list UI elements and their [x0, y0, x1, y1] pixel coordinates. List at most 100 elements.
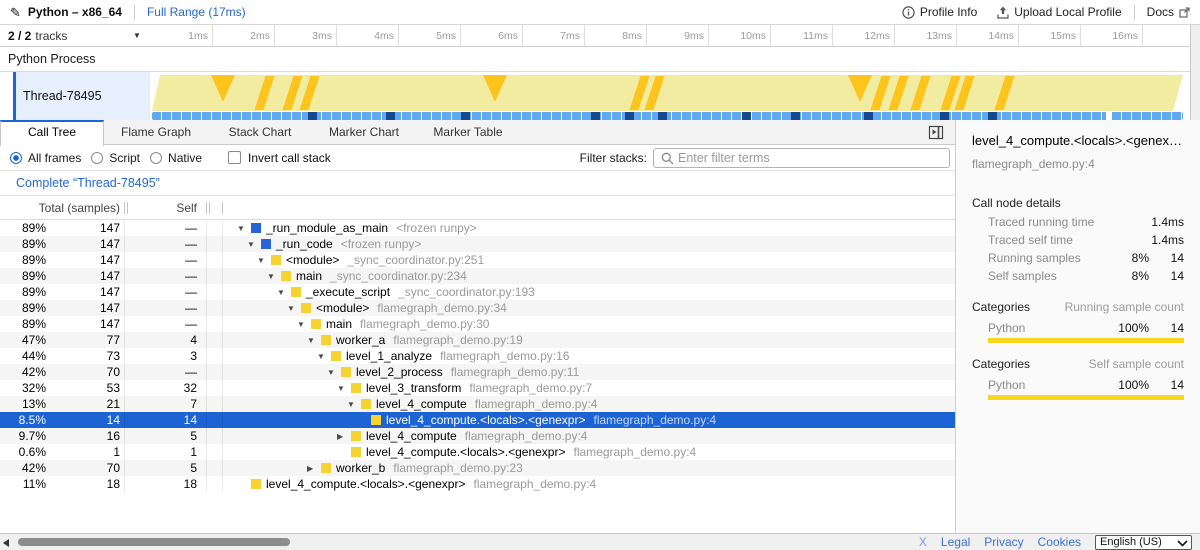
collapse-arrow-icon[interactable]: ▼: [297, 320, 311, 329]
filter-stacks-input[interactable]: [653, 148, 950, 168]
collapse-arrow-icon[interactable]: ▼: [327, 368, 341, 377]
file-location: _sync_coordinator.py:251: [347, 253, 484, 267]
row-self-samples: 5: [130, 428, 197, 444]
categories-count-label: Running sample count: [1065, 300, 1184, 314]
thread-track-canvas[interactable]: [150, 72, 1186, 120]
full-range-button[interactable]: Full Range (17ms): [147, 5, 246, 19]
tree-row[interactable]: 89%147—▼<module>flamegraph_demo.py:34: [0, 300, 955, 316]
row-function-cell: ▼<module>_sync_coordinator.py:251: [226, 252, 484, 268]
timeline-ruler-row: 2 / 2 tracks ▼ 1ms2ms3ms4ms5ms6ms7ms8ms9…: [0, 25, 1200, 47]
process-label: Python Process: [8, 52, 96, 66]
collapse-arrow-icon[interactable]: ▼: [257, 256, 271, 265]
tab-marker-table[interactable]: Marker Table: [416, 120, 520, 145]
breadcrumb[interactable]: Complete “Thread-78495”: [16, 176, 160, 190]
tree-row[interactable]: 42%705▶worker_bflamegraph_demo.py:23: [0, 460, 955, 476]
column-header-self[interactable]: Self: [128, 196, 197, 220]
expand-arrow-icon[interactable]: ▶: [337, 432, 351, 441]
category-square-icon: [261, 239, 271, 249]
collapse-arrow-icon[interactable]: ▼: [237, 224, 251, 233]
sidebar-function-title: level_4_compute.<locals>.<genexpr>: [972, 133, 1188, 148]
footer-link-legal[interactable]: Legal: [941, 535, 970, 549]
row-function-cell: ▶level_4_computeflamegraph_demo.py:4: [226, 428, 587, 444]
footer-close-link[interactable]: X: [919, 535, 927, 549]
ruler-tick-label: 3ms: [276, 30, 332, 42]
function-name: level_4_compute: [366, 429, 457, 443]
tree-row[interactable]: 13%217▼level_4_computeflamegraph_demo.py…: [0, 396, 955, 412]
radio-option-native[interactable]: Native: [150, 151, 202, 165]
radio-label: Native: [168, 151, 202, 165]
collapse-arrow-icon[interactable]: ▼: [317, 352, 331, 361]
collapse-arrow-icon[interactable]: ▼: [287, 304, 301, 313]
docs-button[interactable]: Docs: [1147, 5, 1190, 19]
open-sidebar-icon[interactable]: [928, 125, 944, 143]
column-resize-handle[interactable]: [127, 202, 128, 214]
row-total-percent: 0.6%: [0, 444, 46, 460]
language-select[interactable]: English (US): [1095, 535, 1192, 550]
profile-info-button[interactable]: Profile Info: [902, 5, 977, 19]
tree-row[interactable]: 11%1818level_4_compute.<locals>.<genexpr…: [0, 476, 955, 492]
collapse-arrow-icon[interactable]: ▼: [337, 384, 351, 393]
upload-profile-button[interactable]: Upload Local Profile: [997, 5, 1121, 19]
detail-value: 14: [1171, 269, 1184, 283]
column-header-total[interactable]: Total (samples): [0, 196, 120, 220]
tree-row[interactable]: 89%147—▼_execute_script_sync_coordinator…: [0, 284, 955, 300]
process-track-row[interactable]: Python Process: [0, 47, 1190, 72]
tree-row[interactable]: 42%70—▼level_2_processflamegraph_demo.py…: [0, 364, 955, 380]
sidebar-section-title: Call node details: [972, 196, 1061, 210]
sidebar-category-header: CategoriesRunning sample count: [956, 300, 1200, 317]
tree-row[interactable]: 47%774▼worker_aflamegraph_demo.py:19: [0, 332, 955, 348]
collapse-arrow-icon[interactable]: ▼: [347, 400, 361, 409]
collapse-arrow-icon[interactable]: ▼: [247, 240, 261, 249]
tab-stack-chart[interactable]: Stack Chart: [208, 120, 312, 145]
collapse-arrow-icon[interactable]: ▼: [267, 272, 281, 281]
row-function-cell: ▼<module>flamegraph_demo.py:34: [226, 300, 507, 316]
tree-row[interactable]: 44%733▼level_1_analyzeflamegraph_demo.py…: [0, 348, 955, 364]
thread-name: Thread-78495: [23, 89, 102, 103]
tree-row[interactable]: 8.5%1414level_4_compute.<locals>.<genexp…: [0, 412, 955, 428]
tab-call-tree[interactable]: Call Tree: [0, 120, 104, 146]
row-total-samples: 147: [48, 252, 120, 268]
expand-arrow-icon[interactable]: ▶: [307, 464, 321, 473]
row-total-percent: 9.7%: [0, 428, 46, 444]
row-function-cell: ▼_execute_script_sync_coordinator.py:193: [226, 284, 535, 300]
tree-row[interactable]: 9.7%165▶level_4_computeflamegraph_demo.p…: [0, 428, 955, 444]
category-square-icon: [331, 351, 341, 361]
tracks-dropdown-button[interactable]: 2 / 2 tracks ▼: [0, 25, 150, 46]
scroll-left-arrow-icon[interactable]: [3, 539, 9, 547]
function-name: worker_a: [336, 333, 385, 347]
tree-row[interactable]: 0.6%11level_4_compute.<locals>.<genexpr>…: [0, 444, 955, 460]
column-resize-handle[interactable]: [209, 202, 210, 214]
edit-pencil-icon[interactable]: ✎: [10, 6, 21, 19]
timeline-ruler[interactable]: 1ms2ms3ms4ms5ms6ms7ms8ms9ms10ms11ms12ms1…: [150, 25, 1186, 46]
column-resize-handle[interactable]: [206, 202, 207, 214]
horizontal-scrollbar-thumb[interactable]: [18, 538, 290, 546]
invert-call-stack-checkbox[interactable]: [228, 151, 241, 164]
tree-row[interactable]: 89%147—▼<module>_sync_coordinator.py:251: [0, 252, 955, 268]
tree-row[interactable]: 32%5332▼level_3_transformflamegraph_demo…: [0, 380, 955, 396]
thread-track-row: Thread-78495: [0, 72, 1190, 120]
row-total-percent: 44%: [0, 348, 46, 364]
collapse-arrow-icon[interactable]: ▼: [277, 288, 291, 297]
tab-flame-graph[interactable]: Flame Graph: [104, 120, 208, 145]
row-function-cell: ▼mainflamegraph_demo.py:30: [226, 316, 489, 332]
thread-track-label[interactable]: Thread-78495: [16, 72, 150, 120]
row-self-samples: 32: [130, 380, 197, 396]
ruler-gridline: [770, 25, 771, 46]
category-square-icon: [311, 319, 321, 329]
tree-row[interactable]: 89%147—▼mainflamegraph_demo.py:30: [0, 316, 955, 332]
radio-option-all-frames[interactable]: All frames: [10, 151, 81, 165]
tree-row[interactable]: 89%147—▼_run_module_as_main<frozen runpy…: [0, 220, 955, 236]
radio-option-script[interactable]: Script: [91, 151, 140, 165]
tree-row[interactable]: 89%147—▼main_sync_coordinator.py:234: [0, 268, 955, 284]
tab-marker-chart[interactable]: Marker Chart: [312, 120, 416, 145]
timeline-scrollbar-gutter[interactable]: [1190, 25, 1200, 120]
footer-link-privacy[interactable]: Privacy: [984, 535, 1023, 549]
column-resize-handle[interactable]: [124, 202, 125, 214]
row-self-samples: 1: [130, 444, 197, 460]
collapse-arrow-icon[interactable]: ▼: [307, 336, 321, 345]
file-location: flamegraph_demo.py:23: [393, 461, 522, 475]
file-location: flamegraph_demo.py:11: [451, 365, 580, 379]
sample-dense-segment: [742, 112, 751, 120]
footer-link-cookies[interactable]: Cookies: [1038, 535, 1081, 549]
tree-row[interactable]: 89%147—▼_run_code<frozen runpy>: [0, 236, 955, 252]
